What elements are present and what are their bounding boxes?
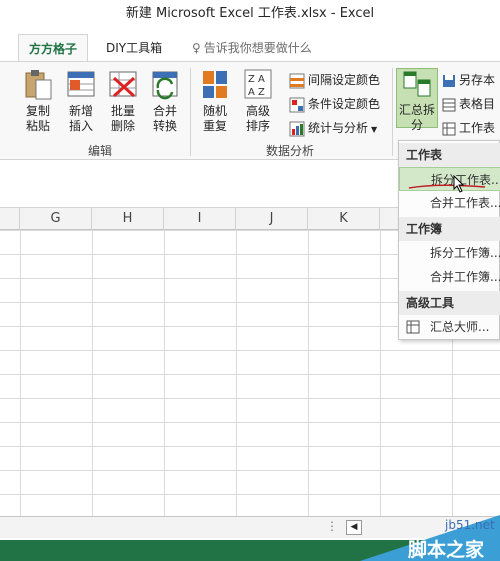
insert-label: 新增插入 (68, 104, 93, 133)
red-underline-annotation (408, 184, 486, 189)
watermark-site: 脚本之家 (408, 539, 485, 561)
interval-color-label: 间隔设定颜色 (308, 73, 381, 87)
group-separator (392, 68, 393, 156)
clipboard-icon (25, 70, 52, 100)
insert-table-icon (67, 71, 95, 97)
menu-item-summary-master[interactable]: 汇总大师... (399, 315, 500, 339)
svg-text:A Z: A Z (248, 87, 265, 98)
summary-split-label: 汇总拆分 (398, 103, 435, 132)
save-as-button[interactable]: 另存本 (442, 70, 495, 90)
menu-item-split-workbook[interactable]: 拆分工作簿... (399, 241, 500, 265)
window-title: 新建 Microsoft Excel 工作表.xlsx - Excel (0, 0, 500, 30)
interval-color-icon (289, 73, 305, 88)
ribbon-tab-row: 方方格子 DIY工具箱 ♀ 告诉我你想要做什么 (0, 30, 500, 62)
random-repeat-button[interactable]: 随机重复 (193, 68, 237, 140)
tab-diy-toolbox[interactable]: DIY工具箱 (96, 34, 172, 62)
column-header-k[interactable]: K (308, 208, 380, 230)
site-watermark: jb51.net 脚本之家 (350, 515, 500, 561)
save-icon (443, 74, 455, 87)
batch-delete-label: 批量删除 (110, 104, 135, 133)
menu-section-advanced: 高级工具 (399, 291, 500, 315)
summary-split-dropdown: 工作表 拆分工作表... 合并工作表... 工作簿 拆分工作簿... 合并工作簿… (398, 140, 500, 340)
insert-button[interactable]: 新增插入 (60, 68, 102, 140)
convert-icon (152, 71, 178, 100)
tell-me-box[interactable]: ♀ 告诉我你想要做什么 (182, 34, 322, 62)
conditional-color-icon (289, 97, 305, 112)
summary-master-icon (406, 320, 420, 334)
more-icon: ⋮ (326, 519, 338, 533)
batch-delete-button[interactable]: 批量删除 (102, 68, 144, 140)
summary-split-icon (403, 71, 431, 97)
advanced-sort-button[interactable]: Z A A Z 高级排序 (236, 68, 280, 140)
data-analysis-group-label: 数据分析 (266, 144, 315, 158)
tab-fangfange[interactable]: 方方格子 (18, 34, 89, 62)
copy-paste-button[interactable]: 复制粘贴 (15, 68, 61, 140)
merge-convert-label: 合并转换 (152, 104, 177, 133)
stats-icon (289, 121, 305, 136)
summary-split-button[interactable]: 汇总拆分 (396, 68, 438, 132)
random-repeat-label: 随机重复 (202, 104, 227, 133)
sort-az-icon: Z A A Z (244, 69, 272, 99)
advanced-sort-label: 高级排序 (245, 104, 270, 133)
column-header-edge (0, 208, 20, 230)
edit-group-label: 编辑 (88, 144, 113, 158)
conditional-color-label: 条件设定颜色 (308, 97, 381, 111)
table-dir-icon (442, 98, 456, 111)
random-grid-icon (203, 71, 227, 98)
lightbulb-icon: ♀ (192, 41, 201, 55)
column-header-h[interactable]: H (92, 208, 164, 230)
group-separator (190, 68, 191, 156)
summary-master-label: 汇总大师... (430, 320, 490, 334)
worksheet-button[interactable]: 工作表 (442, 118, 495, 138)
stats-analysis-button[interactable]: 统计与分析 ▼ (289, 118, 377, 138)
dropdown-caret-icon: ▼ (371, 125, 378, 134)
column-header-g[interactable]: G (20, 208, 92, 230)
stats-analysis-label: 统计与分析 (308, 121, 369, 135)
menu-section-worksheet: 工作表 (399, 143, 500, 167)
worksheet-icon (442, 122, 456, 135)
save-as-label: 另存本 (459, 73, 496, 87)
column-header-i[interactable]: I (164, 208, 236, 230)
menu-item-merge-worksheet[interactable]: 合并工作表... (399, 191, 500, 215)
worksheet-label: 工作表 (459, 121, 496, 135)
menu-section-workbook: 工作簿 (399, 217, 500, 241)
interval-color-button[interactable]: 间隔设定颜色 (289, 70, 380, 90)
copy-paste-label: 复制粘贴 (25, 104, 50, 133)
mouse-cursor-icon (453, 175, 465, 193)
table-dir-label: 表格目 (459, 97, 496, 111)
conditional-color-button[interactable]: 条件设定颜色 (289, 94, 380, 114)
tell-me-text: 告诉我你想要做什么 (203, 41, 312, 55)
svg-text:Z A: Z A (248, 74, 265, 85)
merge-convert-button[interactable]: 合并转换 (143, 68, 187, 140)
column-header-j[interactable]: J (236, 208, 308, 230)
watermark-url: jb51.net (445, 518, 495, 532)
menu-item-merge-workbook[interactable]: 合并工作簿... (399, 265, 500, 289)
delete-table-icon (109, 71, 137, 98)
table-dir-button[interactable]: 表格目 (442, 94, 495, 114)
